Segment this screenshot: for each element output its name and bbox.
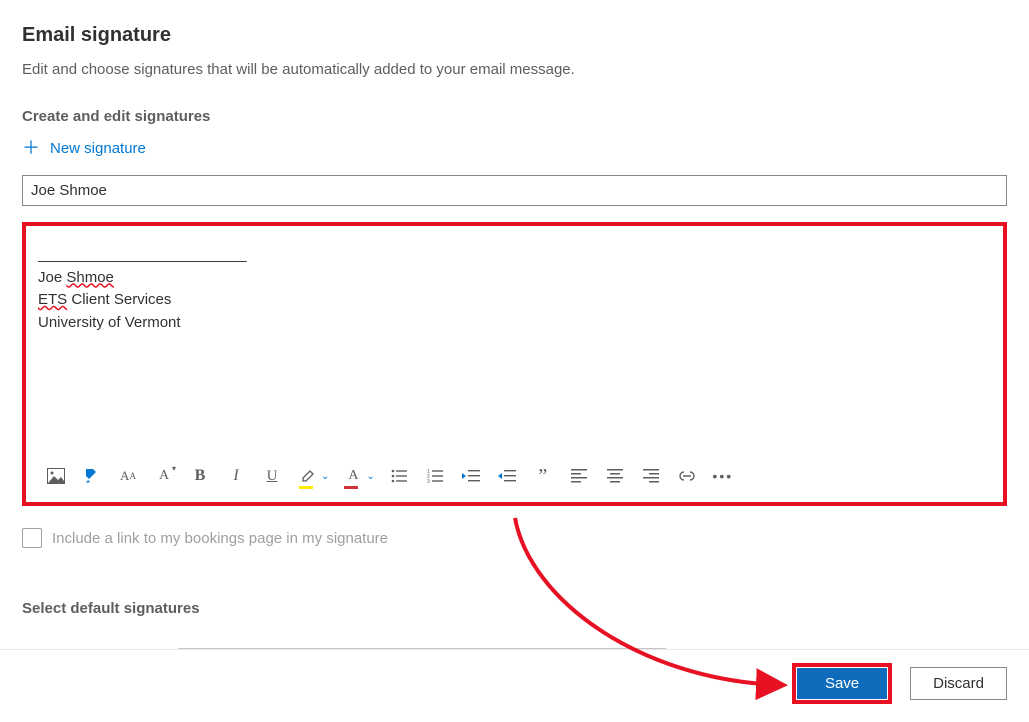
signature-editor-highlighted: _________________________ Joe Shmoe ETS …	[22, 222, 1007, 506]
signature-separator: _________________________	[38, 244, 991, 267]
bookings-checkbox-row: Include a link to my bookings page in my…	[22, 528, 1007, 548]
page-title: Email signature	[22, 24, 1007, 47]
bookings-checkbox-label: Include a link to my bookings page in my…	[52, 530, 388, 547]
image-icon[interactable]	[44, 464, 68, 488]
select-defaults-label: Select default signatures	[22, 600, 1007, 617]
plus-icon: ＋	[22, 139, 40, 157]
signature-line: ETS Client Services	[38, 289, 991, 312]
save-button-highlighted: Save	[792, 663, 892, 704]
signature-line: University of Vermont	[38, 312, 991, 335]
font-color-icon: A	[341, 464, 365, 488]
align-right-icon[interactable]	[639, 464, 663, 488]
font-size-icon[interactable]: A▾	[152, 464, 176, 488]
indent-icon[interactable]	[495, 464, 519, 488]
discard-button[interactable]: Discard	[910, 667, 1007, 700]
format-painter-icon[interactable]	[80, 464, 104, 488]
new-signature-label: New signature	[50, 140, 146, 157]
create-signatures-label: Create and edit signatures	[22, 108, 1007, 125]
highlight-icon	[296, 464, 320, 488]
quote-icon[interactable]: ”	[531, 464, 555, 488]
align-center-icon[interactable]	[603, 464, 627, 488]
signature-line: Joe Shmoe	[38, 267, 991, 290]
align-left-icon[interactable]	[567, 464, 591, 488]
svg-text:3: 3	[427, 479, 430, 483]
chevron-down-icon: ⌄	[366, 471, 374, 482]
more-icon[interactable]: •••	[711, 464, 735, 488]
page-description: Edit and choose signatures that will be …	[22, 61, 1007, 78]
signature-name-input[interactable]	[22, 175, 1007, 206]
save-button[interactable]: Save	[797, 668, 887, 699]
number-list-icon[interactable]: 123	[423, 464, 447, 488]
italic-icon[interactable]: I	[224, 464, 248, 488]
outdent-icon[interactable]	[459, 464, 483, 488]
editor-toolbar: AA A▾ B I U ⌄ A ⌄	[26, 456, 1003, 502]
footer-actions: Save Discard	[792, 663, 1007, 704]
font-icon[interactable]: AA	[116, 464, 140, 488]
new-signature-button[interactable]: ＋ New signature	[22, 139, 146, 157]
link-icon[interactable]	[675, 464, 699, 488]
highlight-dropdown[interactable]: ⌄	[296, 464, 329, 488]
bullet-list-icon[interactable]	[387, 464, 411, 488]
chevron-down-icon: ⌄	[321, 471, 329, 482]
signature-editor[interactable]: _________________________ Joe Shmoe ETS …	[26, 226, 1003, 456]
bold-icon[interactable]: B	[188, 464, 212, 488]
font-color-dropdown[interactable]: A ⌄	[341, 464, 374, 488]
footer-divider	[0, 649, 1029, 650]
underline-icon[interactable]: U	[260, 464, 284, 488]
bookings-checkbox[interactable]	[22, 528, 42, 548]
